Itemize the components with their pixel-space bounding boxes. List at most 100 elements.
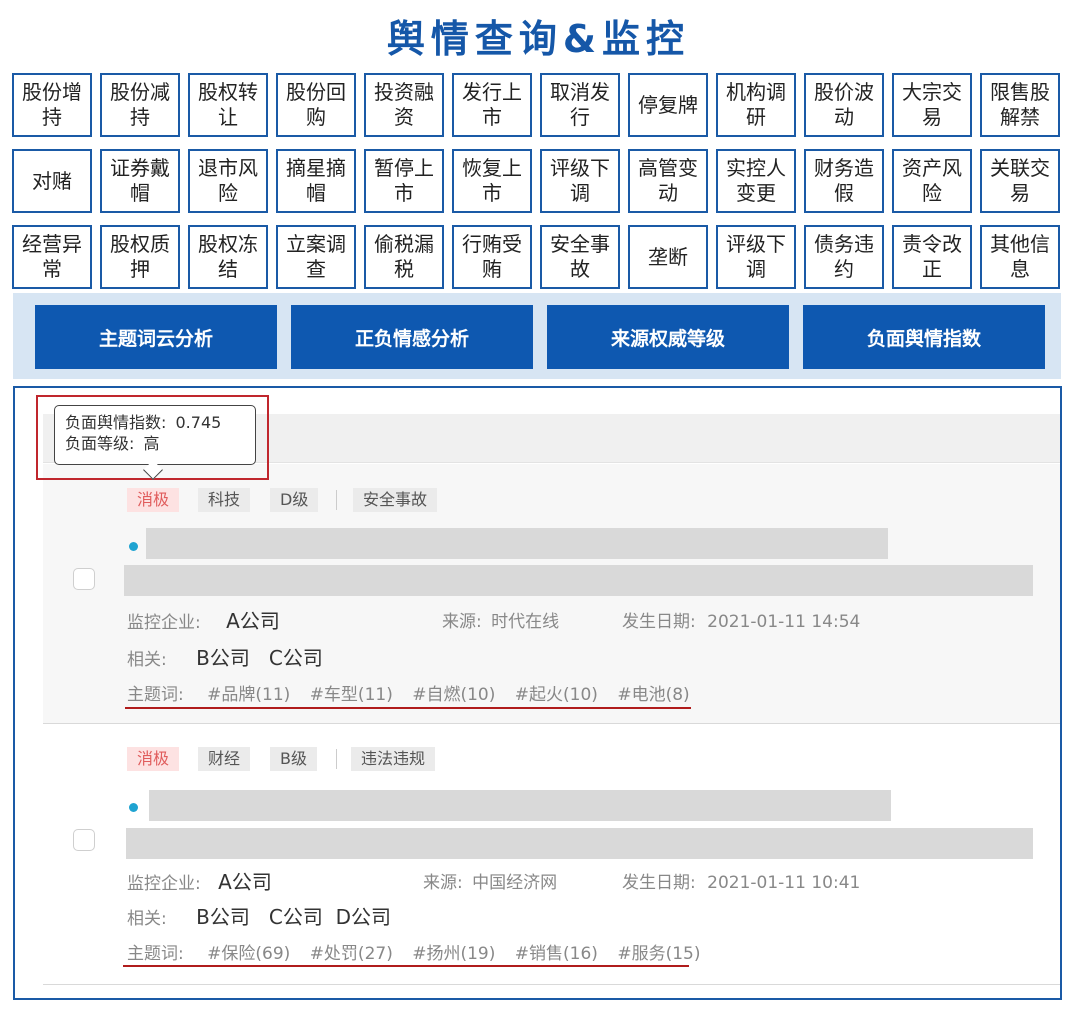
- tag-button[interactable]: 股权质押: [100, 225, 180, 289]
- tooltip-index-label: 负面舆情指数:: [65, 413, 167, 432]
- related-companies: 相关: B公司 C公司: [127, 642, 323, 671]
- tag-button[interactable]: 财务造假: [804, 149, 884, 213]
- source-value[interactable]: 时代在线: [491, 612, 559, 632]
- tag-label: 大宗交易: [902, 80, 962, 129]
- tag-button[interactable]: 资产风险: [892, 149, 972, 213]
- tag-button[interactable]: 股份增持: [12, 73, 92, 137]
- keyword-tag[interactable]: #自燃(10): [412, 685, 495, 705]
- publish-date: 发生日期: 2021-01-11 14:54: [622, 607, 860, 632]
- monitor-label: 监控企业:: [127, 613, 201, 633]
- source-value[interactable]: 中国经济网: [472, 873, 557, 893]
- tag-button[interactable]: 行贿受贿: [452, 225, 532, 289]
- category-chip: 安全事故: [353, 488, 438, 512]
- monitor-value[interactable]: A公司: [218, 870, 272, 894]
- tag-button[interactable]: 暂停上市: [364, 149, 444, 213]
- related-value[interactable]: B公司 C公司: [196, 646, 323, 670]
- tag-button[interactable]: 投资融资: [364, 73, 444, 137]
- related-value[interactable]: B公司 C公司 D公司: [196, 905, 391, 929]
- tag-button[interactable]: 机构调研: [716, 73, 796, 137]
- event-tag-grid: 股份增持 股份减持 股权转让 股份回购 投资融资 发行上市 取消发行 停复牌 机…: [12, 73, 1060, 289]
- tag-label: 偷税漏税: [374, 232, 434, 281]
- tag-button[interactable]: 恢复上市: [452, 149, 532, 213]
- keyword-tag[interactable]: #服务(15): [617, 944, 700, 964]
- tag-button[interactable]: 偷税漏税: [364, 225, 444, 289]
- headline-placeholder[interactable]: [146, 528, 888, 559]
- tag-button[interactable]: 实控人变更: [716, 149, 796, 213]
- monitor-company: 监控企业: A公司: [127, 605, 280, 634]
- tag-button[interactable]: 其他信息: [980, 225, 1060, 289]
- tag-button[interactable]: 对赌: [12, 149, 92, 213]
- tag-label: 停复牌: [638, 92, 698, 117]
- tag-label: 资产风险: [902, 156, 962, 205]
- tag-button[interactable]: 发行上市: [452, 73, 532, 137]
- date-value: 2021-01-11 14:54: [707, 612, 861, 632]
- tag-button[interactable]: 责令改正: [892, 225, 972, 289]
- tag-button[interactable]: 股份减持: [100, 73, 180, 137]
- publish-date: 发生日期: 2021-01-11 10:41: [622, 868, 860, 893]
- tag-label: 责令改正: [902, 232, 962, 281]
- tag-button[interactable]: 立案调查: [276, 225, 356, 289]
- tag-label: 安全事故: [550, 232, 610, 281]
- tag-label: 债务违约: [814, 232, 874, 281]
- tag-button[interactable]: 股权冻结: [188, 225, 268, 289]
- tag-button[interactable]: 股权转让: [188, 73, 268, 137]
- tag-button[interactable]: 评级下调: [716, 225, 796, 289]
- tag-button[interactable]: 评级下调: [540, 149, 620, 213]
- tag-button[interactable]: 限售股解禁: [980, 73, 1060, 137]
- tag-label: 财务造假: [814, 156, 874, 205]
- keyword-tag[interactable]: #处罚(27): [310, 944, 393, 964]
- summary-placeholder: [126, 828, 1033, 859]
- keyword-tag[interactable]: #品牌(11): [207, 685, 290, 705]
- keyword-tag[interactable]: #起火(10): [515, 685, 598, 705]
- related-label: 相关:: [127, 650, 167, 670]
- source: 来源: 时代在线: [442, 607, 559, 632]
- keyword-highlight-line: [125, 707, 691, 709]
- tag-label: 经营异常: [22, 232, 82, 281]
- source-authority-button[interactable]: 来源权威等级: [547, 305, 789, 369]
- tag-button[interactable]: 证券戴帽: [100, 149, 180, 213]
- tag-button[interactable]: 债务违约: [804, 225, 884, 289]
- keyword-tag[interactable]: #保险(69): [207, 944, 290, 964]
- wordcloud-analysis-button[interactable]: 主题词云分析: [35, 305, 277, 369]
- tag-button[interactable]: 股价波动: [804, 73, 884, 137]
- industry-chip: 财经: [198, 747, 251, 771]
- category-chip: 违法违规: [351, 747, 436, 771]
- keyword-list: 主题词: #品牌(11) #车型(11) #自燃(10) #起火(10) #电池…: [127, 680, 704, 705]
- tag-label: 行贿受贿: [462, 232, 522, 281]
- tag-button[interactable]: 垄断: [628, 225, 708, 289]
- sentiment-chip: 消极: [127, 747, 180, 771]
- summary-placeholder: [124, 565, 1033, 596]
- tag-label: 暂停上市: [374, 156, 434, 205]
- sentiment-analysis-button[interactable]: 正负情感分析: [291, 305, 533, 369]
- keyword-tag[interactable]: #电池(8): [617, 685, 689, 705]
- tag-button[interactable]: 退市风险: [188, 149, 268, 213]
- monitor-value[interactable]: A公司: [226, 609, 280, 633]
- tag-button[interactable]: 取消发行: [540, 73, 620, 137]
- tag-label: 摘星摘帽: [286, 156, 346, 205]
- grade-chip: B级: [270, 747, 317, 771]
- tag-button[interactable]: 停复牌: [628, 73, 708, 137]
- tag-label: 评级下调: [550, 156, 610, 205]
- tooltip-level-label: 负面等级:: [65, 434, 135, 453]
- tag-button[interactable]: 高管变动: [628, 149, 708, 213]
- keyword-tag[interactable]: #车型(11): [310, 685, 393, 705]
- grade-chip: D级: [270, 488, 319, 512]
- source: 来源: 中国经济网: [423, 868, 557, 893]
- industry-chip: 科技: [198, 488, 251, 512]
- tag-label: 评级下调: [726, 232, 786, 281]
- select-checkbox[interactable]: [73, 829, 95, 851]
- tag-button[interactable]: 股份回购: [276, 73, 356, 137]
- keyword-tag[interactable]: #销售(16): [515, 944, 598, 964]
- tag-label: 发行上市: [462, 80, 522, 129]
- keyword-tag[interactable]: #扬州(19): [412, 944, 495, 964]
- tag-button[interactable]: 摘星摘帽: [276, 149, 356, 213]
- tag-label: 高管变动: [638, 156, 698, 205]
- negative-index-button[interactable]: 负面舆情指数: [803, 305, 1045, 369]
- tag-button[interactable]: 经营异常: [12, 225, 92, 289]
- select-checkbox[interactable]: [73, 568, 95, 590]
- headline-placeholder[interactable]: [149, 790, 891, 821]
- monitor-company: 监控企业: A公司: [127, 866, 272, 895]
- tag-button[interactable]: 关联交易: [980, 149, 1060, 213]
- tag-button[interactable]: 安全事故: [540, 225, 620, 289]
- tag-button[interactable]: 大宗交易: [892, 73, 972, 137]
